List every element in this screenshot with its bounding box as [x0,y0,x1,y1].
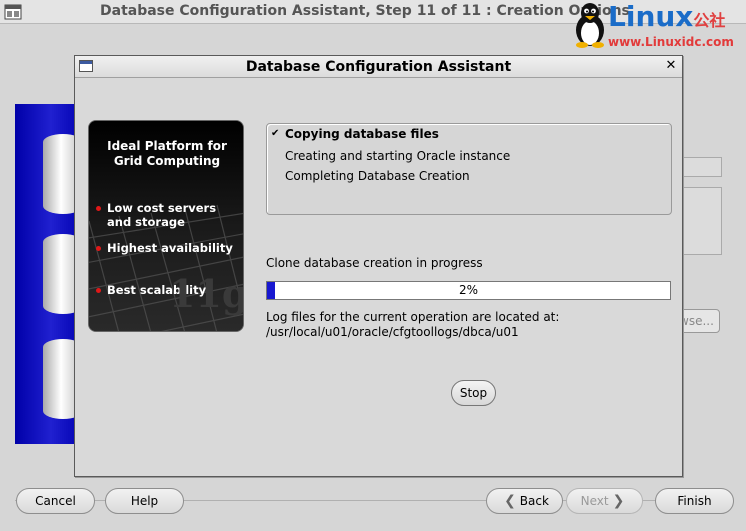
step-item-starting-instance: Creating and starting Oracle instance [285,149,511,163]
background-panel [682,187,722,255]
database-cylinder-icon [43,339,75,419]
progress-label: Clone database creation in progress [266,256,483,270]
database-banner-image [15,104,75,444]
oracle-11g-logo: 11g [169,271,244,316]
checkmark-icon: ✔ [271,128,280,139]
database-cylinder-icon [43,234,75,314]
background-field [682,157,722,177]
chevron-right-icon: ❯ [612,493,625,509]
step-item-copying: Copying database files [285,127,439,141]
back-button[interactable]: ❮ Back [486,488,563,514]
progress-bar: 2% [266,281,671,300]
finish-button[interactable]: Finish [655,488,734,514]
watermark-url: www.Linuxidc.com [608,35,734,49]
watermark-logo: Linux公社 www.Linuxidc.com [572,0,742,50]
tux-penguin-icon [576,3,604,48]
next-button-label: Next [580,494,609,508]
chevron-left-icon: ❮ [504,493,516,509]
cancel-button[interactable]: Cancel [16,488,95,514]
dialog-title: Database Configuration Assistant [245,59,512,75]
watermark-brand-text: Linux [608,0,694,33]
progress-dialog: Database Configuration Assistant ✕ Ideal… [74,55,683,477]
promo-bullet: Highest availability [96,241,237,255]
watermark-brand: Linux公社 [608,0,725,33]
log-path: /usr/local/u01/oracle/cfgtoollogs/dbca/u… [266,325,519,339]
dialog-titlebar[interactable]: Database Configuration Assistant ✕ [75,56,682,78]
promo-heading: Ideal Platform for Grid Computing [107,139,227,168]
log-location-label: Log files for the current operation are … [266,310,560,324]
step-list: ✔ Copying database files Creating and st… [266,123,672,215]
background-window-title: Database Configuration Assistant, Step 1… [100,3,630,19]
oracle-promo-panel: Ideal Platform for Grid Computing Low co… [88,120,244,332]
database-cylinder-icon [43,134,75,214]
promo-bullet: Low cost servers and storage [96,201,237,229]
help-button[interactable]: Help [105,488,184,514]
watermark-brand-cn: 公社 [693,11,726,30]
app-window-icon [4,4,22,20]
next-button[interactable]: Next ❯ [566,488,643,514]
close-icon[interactable]: ✕ [663,58,679,74]
step-item-completing: Completing Database Creation [285,169,470,183]
back-button-label: Back [519,494,549,508]
progress-percent: 2% [458,283,479,297]
stop-button[interactable]: Stop [451,380,496,406]
